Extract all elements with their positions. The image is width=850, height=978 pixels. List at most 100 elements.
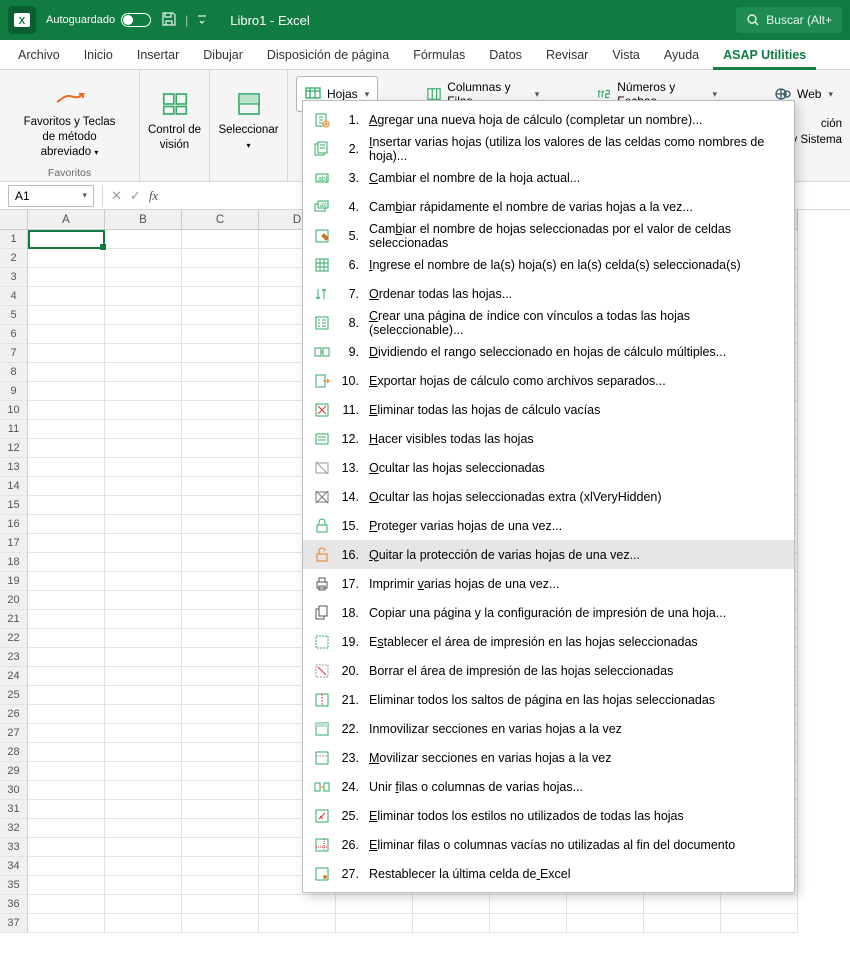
cell[interactable] xyxy=(644,895,721,914)
tab-dibujar[interactable]: Dibujar xyxy=(193,40,253,70)
cell[interactable] xyxy=(182,344,259,363)
menu-item-20[interactable]: 20.Borrar el área de impresión de las ho… xyxy=(303,656,794,685)
cell[interactable] xyxy=(182,230,259,249)
cell[interactable] xyxy=(105,230,182,249)
cell[interactable] xyxy=(182,496,259,515)
menu-item-15[interactable]: 15.Proteger varias hojas de una vez... xyxy=(303,511,794,540)
cell[interactable] xyxy=(336,914,413,933)
fx-icon[interactable]: fx xyxy=(149,188,158,204)
menu-item-11[interactable]: 11.Eliminar todas las hojas de cálculo v… xyxy=(303,395,794,424)
tab-disposición-de-página[interactable]: Disposición de página xyxy=(257,40,399,70)
menu-item-23[interactable]: 23.Movilizar secciones en varias hojas a… xyxy=(303,743,794,772)
menu-item-5[interactable]: 5.Cambiar el nombre de hojas seleccionad… xyxy=(303,221,794,250)
cell[interactable] xyxy=(105,629,182,648)
cell[interactable] xyxy=(28,515,105,534)
menu-item-16[interactable]: 16.Quitar la protección de varias hojas … xyxy=(303,540,794,569)
column-header[interactable]: C xyxy=(182,210,259,230)
cell[interactable] xyxy=(182,857,259,876)
cell[interactable] xyxy=(182,458,259,477)
cell[interactable] xyxy=(105,306,182,325)
cell[interactable] xyxy=(28,800,105,819)
cell[interactable] xyxy=(182,268,259,287)
row-header[interactable]: 20 xyxy=(0,591,28,610)
cell[interactable] xyxy=(28,648,105,667)
cell[interactable] xyxy=(644,914,721,933)
cell[interactable] xyxy=(28,819,105,838)
cell[interactable] xyxy=(28,781,105,800)
cell[interactable] xyxy=(105,344,182,363)
cell[interactable] xyxy=(182,591,259,610)
cell[interactable] xyxy=(105,534,182,553)
row-header[interactable]: 29 xyxy=(0,762,28,781)
cell[interactable] xyxy=(28,249,105,268)
menu-item-14[interactable]: 14.Ocultar las hojas seleccionadas extra… xyxy=(303,482,794,511)
menu-item-6[interactable]: 6.Ingrese el nombre de la(s) hoja(s) en … xyxy=(303,250,794,279)
cell[interactable] xyxy=(105,477,182,496)
cancel-icon[interactable]: ✕ xyxy=(111,188,122,204)
cell[interactable] xyxy=(105,496,182,515)
cell[interactable] xyxy=(182,705,259,724)
menu-item-4[interactable]: ab4.Cambiar rápidamente el nombre de var… xyxy=(303,192,794,221)
seleccionar-button[interactable]: Seleccionar▾ xyxy=(218,85,280,157)
row-header[interactable]: 6 xyxy=(0,325,28,344)
cell[interactable] xyxy=(182,401,259,420)
row-header[interactable]: 7 xyxy=(0,344,28,363)
menu-item-22[interactable]: 22.Inmovilizar secciones en varias hojas… xyxy=(303,714,794,743)
search-box[interactable]: Buscar (Alt+ xyxy=(736,7,842,33)
cell[interactable] xyxy=(182,648,259,667)
cell[interactable] xyxy=(28,724,105,743)
cell[interactable] xyxy=(105,287,182,306)
cell[interactable] xyxy=(182,724,259,743)
cell[interactable] xyxy=(413,914,490,933)
tab-vista[interactable]: Vista xyxy=(602,40,650,70)
cell[interactable] xyxy=(28,401,105,420)
cell[interactable] xyxy=(105,382,182,401)
tab-asap-utilities[interactable]: ASAP Utilities xyxy=(713,40,816,70)
cell[interactable] xyxy=(182,800,259,819)
cell[interactable] xyxy=(567,914,644,933)
cell[interactable] xyxy=(182,420,259,439)
cell[interactable] xyxy=(105,610,182,629)
cell[interactable] xyxy=(490,895,567,914)
menu-item-24[interactable]: 24.Unir filas o columnas de varias hojas… xyxy=(303,772,794,801)
cell[interactable] xyxy=(28,458,105,477)
cell[interactable] xyxy=(105,705,182,724)
row-header[interactable]: 5 xyxy=(0,306,28,325)
save-icon[interactable] xyxy=(161,11,177,30)
cell[interactable] xyxy=(182,534,259,553)
cell[interactable] xyxy=(28,477,105,496)
row-header[interactable]: 25 xyxy=(0,686,28,705)
cell[interactable] xyxy=(336,895,413,914)
cell[interactable] xyxy=(182,477,259,496)
cell[interactable] xyxy=(105,363,182,382)
cell[interactable] xyxy=(259,895,336,914)
menu-item-12[interactable]: 12.Hacer visibles todas las hojas xyxy=(303,424,794,453)
row-header[interactable]: 9 xyxy=(0,382,28,401)
column-header[interactable]: B xyxy=(105,210,182,230)
cell[interactable] xyxy=(28,838,105,857)
cell[interactable] xyxy=(28,325,105,344)
row-header[interactable]: 28 xyxy=(0,743,28,762)
row-header[interactable]: 3 xyxy=(0,268,28,287)
row-header[interactable]: 12 xyxy=(0,439,28,458)
cell[interactable] xyxy=(28,534,105,553)
cell[interactable] xyxy=(28,610,105,629)
cell[interactable] xyxy=(28,914,105,933)
cell[interactable] xyxy=(105,249,182,268)
cell[interactable] xyxy=(105,268,182,287)
cell[interactable] xyxy=(105,591,182,610)
menu-item-25[interactable]: 25.Eliminar todos los estilos no utiliza… xyxy=(303,801,794,830)
cell[interactable] xyxy=(28,553,105,572)
menu-item-27[interactable]: 27.Restablecer la última celda de Excel xyxy=(303,859,794,888)
favoritos-button[interactable]: Favoritos y Teclas de método abreviado ▾ xyxy=(20,77,120,164)
cell[interactable] xyxy=(105,781,182,800)
row-header[interactable]: 21 xyxy=(0,610,28,629)
row-header[interactable]: 15 xyxy=(0,496,28,515)
cell[interactable] xyxy=(182,781,259,800)
column-header[interactable]: A xyxy=(28,210,105,230)
cell[interactable] xyxy=(28,420,105,439)
cell[interactable] xyxy=(28,591,105,610)
cell[interactable] xyxy=(182,895,259,914)
cell[interactable] xyxy=(28,268,105,287)
row-header[interactable]: 18 xyxy=(0,553,28,572)
